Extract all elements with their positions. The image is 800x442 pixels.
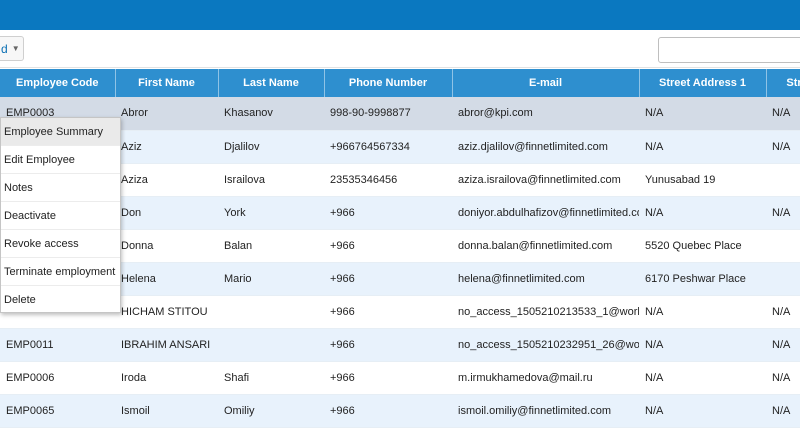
cell-employee-code: EMP0011	[0, 328, 115, 362]
cell-email: ismoil.omiliy@finnetlimited.com	[452, 394, 639, 428]
cell-last-name	[218, 328, 324, 362]
cell-first-name: Abror	[115, 97, 218, 131]
cell-street-address-2	[766, 163, 800, 197]
cell-email: no_access_1505210213533_1@work	[452, 295, 639, 329]
cell-email: m.irmukhamedova@mail.ru	[452, 361, 639, 395]
cell-first-name: Ismoil	[115, 394, 218, 428]
cell-first-name: Donna	[115, 229, 218, 263]
cell-email: donna.balan@finnetlimited.com	[452, 229, 639, 263]
search-input[interactable]	[658, 37, 800, 63]
cell-phone-number: +966	[324, 328, 452, 362]
cell-street-address-1: N/A	[639, 328, 766, 362]
top-app-bar	[0, 0, 800, 30]
cell-employee-code: EMP0006	[0, 361, 115, 395]
table-row[interactable]: EMP0006 Iroda Shafi +966 m.irmukhamedova@mai…	[0, 361, 800, 395]
toolbar: d ▼	[0, 30, 800, 68]
cell-street-address-2: N/A	[766, 328, 800, 362]
column-header-email[interactable]: E-mail	[452, 69, 640, 97]
cell-phone-number: 23535346456	[324, 163, 452, 197]
cell-first-name: Helena	[115, 262, 218, 296]
cell-first-name: Iroda	[115, 361, 218, 395]
view-dropdown-label: d	[1, 41, 8, 56]
cell-street-address-2: N/A	[766, 394, 800, 428]
cell-first-name: Aziz	[115, 130, 218, 164]
column-header-first-name[interactable]: First Name	[115, 69, 219, 97]
cell-phone-number: +966	[324, 229, 452, 263]
cell-last-name: Balan	[218, 229, 324, 263]
cell-phone-number: +966764567334	[324, 130, 452, 164]
cell-employee-code: EMP0065	[0, 394, 115, 428]
menu-item-deactivate[interactable]: Deactivate	[1, 202, 120, 230]
menu-item-notes[interactable]: Notes	[1, 174, 120, 202]
menu-item-delete[interactable]: Delete	[1, 286, 120, 314]
cell-last-name: Khasanov	[218, 97, 324, 131]
cell-last-name: Omiliy	[218, 394, 324, 428]
cell-street-address-2: N/A	[766, 295, 800, 329]
cell-last-name: Shafi	[218, 361, 324, 395]
cell-phone-number: +966	[324, 295, 452, 329]
cell-first-name: IBRAHIM ANSARI	[115, 328, 218, 362]
cell-email: no_access_1505210232951_26@wor	[452, 328, 639, 362]
cell-email: abror@kpi.com	[452, 97, 639, 131]
cell-last-name	[218, 295, 324, 329]
cell-last-name: Djalilov	[218, 130, 324, 164]
column-header-street-address-1[interactable]: Street Address 1	[639, 69, 767, 97]
cell-street-address-1: N/A	[639, 97, 766, 131]
table-row[interactable]: EMP0065 Ismoil Omiliy +966 ismoil.omiliy@fin…	[0, 394, 800, 428]
table-row[interactable]: EMP0011 IBRAHIM ANSARI +966 no_access_15052…	[0, 328, 800, 362]
menu-item-employee-summary[interactable]: Employee Summary	[1, 118, 120, 146]
cell-phone-number: +966	[324, 262, 452, 296]
cell-street-address-2: N/A	[766, 130, 800, 164]
cell-last-name: Mario	[218, 262, 324, 296]
cell-first-name: Aziza	[115, 163, 218, 197]
cell-first-name: Don	[115, 196, 218, 230]
cell-street-address-1: N/A	[639, 130, 766, 164]
menu-item-edit-employee[interactable]: Edit Employee	[1, 146, 120, 174]
table-header-row: Employee Code First Name Last Name Phone…	[0, 69, 800, 97]
column-header-employee-code[interactable]: Employee Code	[0, 69, 116, 97]
cell-street-address-1: 5520 Quebec Place	[639, 229, 766, 263]
cell-email: helena@finnetlimited.com	[452, 262, 639, 296]
cell-phone-number: +966	[324, 196, 452, 230]
cell-phone-number: +966	[324, 394, 452, 428]
cell-street-address-1: N/A	[639, 196, 766, 230]
column-header-last-name[interactable]: Last Name	[218, 69, 325, 97]
row-context-menu: Employee Summary Edit Employee Notes Deacti…	[0, 117, 121, 313]
cell-last-name: York	[218, 196, 324, 230]
cell-email: aziza.israilova@finnetlimited.com	[452, 163, 639, 197]
cell-street-address-1: N/A	[639, 394, 766, 428]
cell-email: aziz.djalilov@finnetlimited.com	[452, 130, 639, 164]
cell-phone-number: +966	[324, 361, 452, 395]
cell-street-address-2	[766, 262, 800, 296]
cell-street-address-1: 6170 Peshwar Place	[639, 262, 766, 296]
cell-street-address-2	[766, 229, 800, 263]
cell-email: doniyor.abdulhafizov@finnetlimited.co	[452, 196, 639, 230]
cell-street-address-2: N/A	[766, 361, 800, 395]
cell-first-name: HICHAM STITOU	[115, 295, 218, 329]
cell-last-name: Israilova	[218, 163, 324, 197]
cell-street-address-1: Yunusabad 19	[639, 163, 766, 197]
column-header-street-address-2[interactable]: Str	[766, 69, 800, 97]
cell-street-address-2: N/A	[766, 97, 800, 131]
menu-item-revoke-access[interactable]: Revoke access	[1, 230, 120, 258]
chevron-down-icon: ▼	[11, 44, 20, 53]
menu-item-terminate-employment[interactable]: Terminate employment	[1, 258, 120, 286]
column-header-phone-number[interactable]: Phone Number	[324, 69, 453, 97]
cell-street-address-2: N/A	[766, 196, 800, 230]
cell-street-address-1: N/A	[639, 361, 766, 395]
cell-phone-number: 998-90-9998877	[324, 97, 452, 131]
cell-street-address-1: N/A	[639, 295, 766, 329]
view-dropdown-button[interactable]: d ▼	[0, 36, 24, 61]
